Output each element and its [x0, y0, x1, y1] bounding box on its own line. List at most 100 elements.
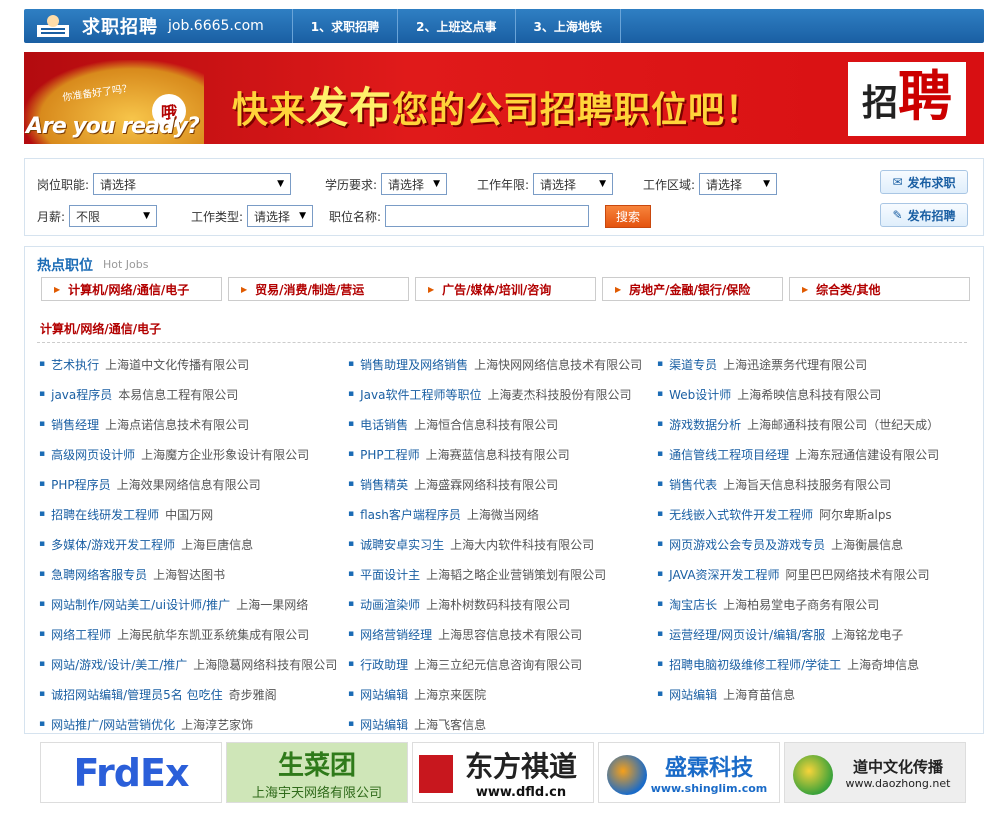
job-item[interactable]: ▪ 淘宝店长 上海柏易堂电子商务有限公司: [657, 589, 939, 619]
work-years-select[interactable]: 请选择 ▼: [533, 173, 614, 195]
logo-shengcaituan[interactable]: 生菜团 上海宇天网络有限公司: [226, 742, 408, 803]
job-item[interactable]: ▪ PHP程序员 上海效果网络信息有限公司: [39, 469, 337, 499]
logo-dongfangqidao[interactable]: 东方祺道 www.dfld.cn: [412, 742, 594, 803]
company-link[interactable]: 上海韬之略企业营销策划有限公司: [426, 566, 606, 583]
job-item[interactable]: ▪ 销售代表 上海旨天信息科技服务有限公司: [657, 469, 939, 499]
job-item[interactable]: ▪ 多媒体/游戏开发工程师 上海巨唐信息: [39, 529, 337, 559]
job-title-link[interactable]: 网站编辑: [360, 686, 408, 703]
job-item[interactable]: ▪ 急聘网络客服专员 上海智达图书: [39, 559, 337, 589]
job-title-link[interactable]: 网络营销经理: [360, 626, 432, 643]
work-area-select[interactable]: 请选择 ▼: [699, 173, 778, 195]
job-title-link[interactable]: 动画渲染师: [360, 596, 420, 613]
job-title-link[interactable]: 电话销售: [360, 416, 408, 433]
job-title-link[interactable]: 诚聘安卓实习生: [360, 536, 444, 553]
job-title-link[interactable]: 网站制作/网站美工/ui设计师/推广: [51, 596, 230, 613]
company-link[interactable]: 上海快网网络信息技术有限公司: [474, 356, 642, 373]
job-title-link[interactable]: 销售精英: [360, 476, 408, 493]
job-title-link[interactable]: 网络工程师: [51, 626, 111, 643]
job-item[interactable]: ▪ 网络工程师 上海民航华东凯亚系统集成有限公司: [39, 619, 337, 649]
job-item[interactable]: ▪ 运营经理/网页设计/编辑/客服 上海铭龙电子: [657, 619, 939, 649]
job-item[interactable]: ▪ 网站编辑 上海京来医院: [348, 679, 642, 709]
nav-metro[interactable]: 3、上海地铁: [516, 9, 621, 43]
job-title-link[interactable]: 销售代表: [669, 476, 717, 493]
job-title-link[interactable]: 行政助理: [360, 656, 408, 673]
company-link[interactable]: 上海铭龙电子: [831, 626, 903, 643]
company-link[interactable]: 上海恒合信息科技有限公司: [414, 416, 558, 433]
job-item[interactable]: ▪ 诚招网站编辑/管理员5名 包吃住 奇步雅阁: [39, 679, 337, 709]
company-link[interactable]: 上海魔方企业形象设计有限公司: [141, 446, 309, 463]
job-title-link[interactable]: 游戏数据分析: [669, 416, 741, 433]
job-item[interactable]: ▪ 销售助理及网络销售 上海快网网络信息技术有限公司: [348, 349, 642, 379]
job-item[interactable]: ▪ flash客户端程序员 上海微当网络: [348, 499, 642, 529]
job-title-link[interactable]: 渠道专员: [669, 356, 717, 373]
company-link[interactable]: 上海飞客信息: [414, 716, 486, 733]
job-title-link[interactable]: Java软件工程师等职位: [360, 386, 481, 403]
company-link[interactable]: 上海迅途票务代理有限公司: [723, 356, 867, 373]
site-brand[interactable]: 求职招聘: [82, 13, 158, 39]
job-item[interactable]: ▪ Java软件工程师等职位 上海麦杰科技股份有限公司: [348, 379, 642, 409]
category-tab[interactable]: ▶ 房地产/金融/银行/保险: [602, 277, 783, 301]
job-item[interactable]: ▪ JAVA资深开发工程师 阿里巴巴网络技术有限公司: [657, 559, 939, 589]
job-item[interactable]: ▪ 网页游戏公会专员及游戏专员 上海衡晨信息: [657, 529, 939, 559]
job-item[interactable]: ▪ 行政助理 上海三立纪元信息咨询有限公司: [348, 649, 642, 679]
category-tab[interactable]: ▶ 综合类/其他: [789, 277, 970, 301]
job-title-link[interactable]: Web设计师: [669, 386, 731, 403]
job-item[interactable]: ▪ 销售精英 上海盛霖网络科技有限公司: [348, 469, 642, 499]
company-link[interactable]: 上海育苗信息: [723, 686, 795, 703]
company-link[interactable]: 上海三立纪元信息咨询有限公司: [414, 656, 582, 673]
company-link[interactable]: 上海点诺信息技术有限公司: [105, 416, 249, 433]
job-title-link[interactable]: 淘宝店长: [669, 596, 717, 613]
nav-jobs[interactable]: 1、求职招聘: [293, 9, 399, 43]
job-item[interactable]: ▪ 电话销售 上海恒合信息科技有限公司: [348, 409, 642, 439]
job-item[interactable]: ▪ 招聘在线研发工程师 中国万网: [39, 499, 337, 529]
company-link[interactable]: 上海民航华东凯亚系统集成有限公司: [117, 626, 309, 643]
company-link[interactable]: 上海希映信息科技有限公司: [737, 386, 881, 403]
job-title-link[interactable]: 招聘在线研发工程师: [51, 506, 159, 523]
logo-shinglim[interactable]: 盛霖科技 www.shinglim.com: [598, 742, 780, 803]
job-title-link[interactable]: 网站推广/网站营销优化: [51, 716, 175, 733]
company-link[interactable]: 奇步雅阁: [229, 686, 277, 703]
job-item[interactable]: ▪ 平面设计主 上海韬之略企业营销策划有限公司: [348, 559, 642, 589]
job-item[interactable]: ▪ java程序员 本易信息工程有限公司: [39, 379, 337, 409]
job-item[interactable]: ▪ 网络营销经理 上海思容信息技术有限公司: [348, 619, 642, 649]
job-title-link[interactable]: 网站编辑: [669, 686, 717, 703]
promo-banner[interactable]: 你准备好了吗？ 哦 Are you ready? 快来发布您的公司招聘职位吧！ …: [24, 52, 984, 144]
company-link[interactable]: 上海赛蓝信息科技有限公司: [426, 446, 570, 463]
company-link[interactable]: 上海一果网络: [236, 596, 308, 613]
job-title-link[interactable]: 急聘网络客服专员: [51, 566, 147, 583]
job-item[interactable]: ▪ 网站编辑 上海育苗信息: [657, 679, 939, 709]
job-item[interactable]: ▪ 动画渲染师 上海朴树数码科技有限公司: [348, 589, 642, 619]
logo-daozhong[interactable]: 道中文化传播 www.daozhong.net: [784, 742, 966, 803]
job-title-link[interactable]: 艺术执行: [51, 356, 99, 373]
job-title-link[interactable]: java程序员: [51, 386, 112, 403]
company-link[interactable]: 上海巨唐信息: [181, 536, 253, 553]
job-name-input[interactable]: [385, 205, 590, 227]
job-title-link[interactable]: PHP工程师: [360, 446, 420, 463]
category-tab[interactable]: ▶ 广告/媒体/培训/咨询: [415, 277, 596, 301]
job-title-link[interactable]: 无线嵌入式软件开发工程师: [669, 506, 813, 523]
company-link[interactable]: 上海麦杰科技股份有限公司: [487, 386, 631, 403]
category-tab[interactable]: ▶ 贸易/消费/制造/营运: [228, 277, 409, 301]
post-resume-button[interactable]: ✉ 发布求职: [880, 170, 968, 194]
company-link[interactable]: 上海微当网络: [467, 506, 539, 523]
job-function-select[interactable]: 请选择 ▼: [93, 173, 292, 195]
job-title-link[interactable]: 诚招网站编辑/管理员5名 包吃住: [51, 686, 223, 703]
company-link[interactable]: 上海朴树数码科技有限公司: [426, 596, 570, 613]
post-job-button[interactable]: ✎ 发布招聘: [880, 203, 968, 227]
job-title-link[interactable]: 运营经理/网页设计/编辑/客服: [669, 626, 825, 643]
job-title-link[interactable]: 销售经理: [51, 416, 99, 433]
education-select[interactable]: 请选择 ▼: [381, 173, 448, 195]
job-title-link[interactable]: 招聘电脑初级维修工程师/学徒工: [669, 656, 841, 673]
company-link[interactable]: 上海大内软件科技有限公司: [450, 536, 594, 553]
company-link[interactable]: 本易信息工程有限公司: [118, 386, 238, 403]
company-link[interactable]: 上海盛霖网络科技有限公司: [414, 476, 558, 493]
nav-work-life[interactable]: 2、上班这点事: [398, 9, 516, 43]
logo-frdex[interactable]: FrdEx: [40, 742, 222, 803]
company-link[interactable]: 阿尔卑斯alps: [819, 506, 892, 523]
company-link[interactable]: 上海淳艺家饰: [181, 716, 253, 733]
job-title-link[interactable]: 通信管线工程项目经理: [669, 446, 789, 463]
company-link[interactable]: 上海东冠通信建设有限公司: [795, 446, 939, 463]
job-item[interactable]: ▪ 网站制作/网站美工/ui设计师/推广 上海一果网络: [39, 589, 337, 619]
job-item[interactable]: ▪ Web设计师 上海希映信息科技有限公司: [657, 379, 939, 409]
job-item[interactable]: ▪ 通信管线工程项目经理 上海东冠通信建设有限公司: [657, 439, 939, 469]
